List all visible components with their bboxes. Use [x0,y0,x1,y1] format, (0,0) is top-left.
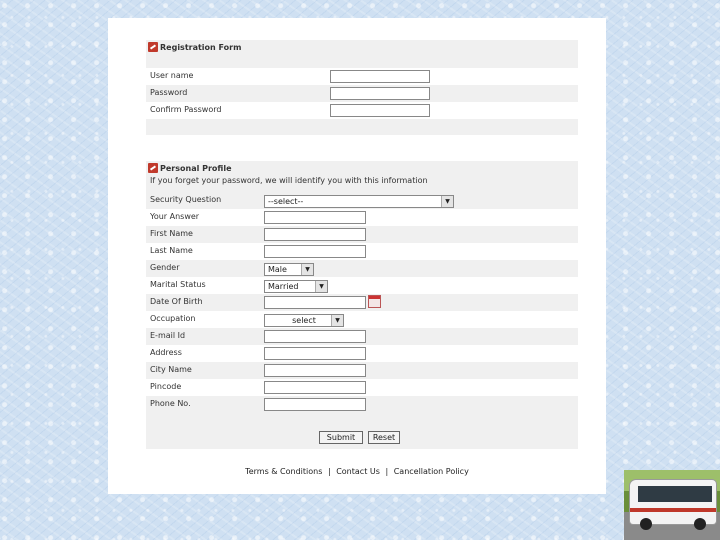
bus-stripe [630,508,716,512]
address-label: Address [150,348,182,357]
city-label: City Name [150,365,192,374]
footer-separator: | [385,467,389,476]
last-name-label: Last Name [150,246,193,255]
password-row: Password [146,85,578,102]
calendar-icon[interactable] [368,295,381,308]
phone-input[interactable] [264,398,366,411]
address-input[interactable] [264,347,366,360]
gender-row: Gender Male ▼ [146,260,578,277]
gender-label: Gender [150,263,180,272]
email-row: E-mail Id [146,328,578,345]
bus-image [624,470,720,540]
password-label: Password [150,88,188,97]
occupation-select[interactable]: select ▼ [264,314,344,327]
username-label: User name [150,71,194,80]
answer-input[interactable] [264,211,366,224]
dob-row: Date Of Birth [146,294,578,311]
username-row: User name [146,68,578,85]
submit-button[interactable]: Submit [319,431,363,444]
chevron-down-icon: ▼ [331,315,343,326]
chevron-down-icon: ▼ [441,196,453,207]
section-flag-icon [148,42,158,52]
chevron-down-icon: ▼ [315,281,327,292]
city-row: City Name [146,362,578,379]
registration-form-title: Registration Form [160,43,242,52]
confirm-password-input[interactable] [330,104,430,117]
gender-value: Male [268,265,287,274]
personal-profile-title: Personal Profile [160,164,232,173]
answer-label: Your Answer [150,212,200,221]
occupation-row: Occupation select ▼ [146,311,578,328]
marital-status-select[interactable]: Married ▼ [264,280,328,293]
marital-status-value: Married [268,282,299,291]
last-name-row: Last Name [146,243,578,260]
password-input[interactable] [330,87,430,100]
footer-separator: | [327,467,331,476]
terms-link[interactable]: Terms & Conditions [245,467,322,476]
cancellation-link[interactable]: Cancellation Policy [394,467,469,476]
occupation-label: Occupation [150,314,196,323]
phone-row: Phone No. [146,396,578,413]
personal-profile-subtitle: If you forget your password, we will ide… [150,176,428,185]
security-question-label: Security Question [150,195,222,204]
marital-status-row: Marital Status Married ▼ [146,277,578,294]
phone-label: Phone No. [150,399,191,408]
reset-button[interactable]: Reset [368,431,400,444]
bus-wheel [694,518,706,530]
security-question-value: --select-- [268,197,304,206]
first-name-label: First Name [150,229,193,238]
city-input[interactable] [264,364,366,377]
pincode-label: Pincode [150,382,182,391]
first-name-row: First Name [146,226,578,243]
dob-label: Date Of Birth [150,297,203,306]
pincode-row: Pincode [146,379,578,396]
address-row: Address [146,345,578,362]
pincode-input[interactable] [264,381,366,394]
chevron-down-icon: ▼ [301,264,313,275]
registration-form-panel: Registration Form User name Password Con… [146,40,578,135]
marital-status-label: Marital Status [150,280,206,289]
section-flag-icon [148,163,158,173]
contact-link[interactable]: Contact Us [336,467,380,476]
security-question-row: Security Question --select-- ▼ [146,192,578,209]
security-question-select[interactable]: --select-- ▼ [264,195,454,208]
personal-profile-panel: Personal Profile If you forget your pass… [146,161,578,449]
email-label: E-mail Id [150,331,186,340]
footer-links: Terms & Conditions | Contact Us | Cancel… [108,467,606,476]
page-card: Registration Form User name Password Con… [108,18,606,494]
username-input[interactable] [330,70,430,83]
last-name-input[interactable] [264,245,366,258]
first-name-input[interactable] [264,228,366,241]
bus-wheel [640,518,652,530]
dob-input[interactable] [264,296,366,309]
bus-windows [638,486,712,502]
confirm-password-label: Confirm Password [150,105,222,114]
confirm-password-row: Confirm Password [146,102,578,119]
occupation-value: select [292,316,316,325]
email-input[interactable] [264,330,366,343]
gender-select[interactable]: Male ▼ [264,263,314,276]
answer-row: Your Answer [146,209,578,226]
